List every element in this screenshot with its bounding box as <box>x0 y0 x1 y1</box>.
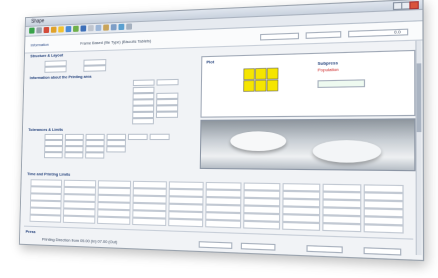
header-description: Frame Based (file Type) (Biscuits Tablet… <box>80 38 152 46</box>
tolerance-row-4 <box>26 152 190 159</box>
grid-cell-2[interactable] <box>255 68 266 79</box>
legend-title: Subpress <box>317 59 339 66</box>
grid-cell-3[interactable] <box>267 68 278 79</box>
grid-icon[interactable] <box>126 23 133 30</box>
structure-field-4[interactable] <box>83 65 107 72</box>
table-cell[interactable] <box>168 218 204 228</box>
bottom-field-4[interactable] <box>363 247 402 256</box>
printing-field-12[interactable] <box>132 118 154 125</box>
printing-field-1[interactable] <box>132 79 155 87</box>
close-button[interactable] <box>409 1 419 10</box>
folder-icon[interactable] <box>50 26 57 33</box>
legend-item: Population <box>317 66 339 73</box>
paste-icon[interactable] <box>95 24 102 32</box>
section-printing-title: Information about the Printing area <box>29 73 92 81</box>
tolerance-field-16[interactable] <box>64 152 84 159</box>
product-photo <box>199 118 416 172</box>
print-icon[interactable] <box>80 25 87 32</box>
grid-cell-4[interactable] <box>244 80 255 91</box>
left-panel: Structure & Layout Information about the… <box>26 48 198 167</box>
table-title: Time and Printing Limits <box>27 171 71 177</box>
table-cell[interactable] <box>243 220 281 230</box>
refresh-icon[interactable] <box>73 25 79 32</box>
section-structure-title: Structure & Layout <box>30 52 64 59</box>
plot-panel: Plot Subpress Population <box>200 49 416 118</box>
stop-icon[interactable] <box>36 27 42 34</box>
legend-field[interactable] <box>317 79 366 89</box>
table-cell[interactable] <box>322 223 362 233</box>
header-label: Information <box>30 41 49 48</box>
header-right-value: 0.0 <box>394 28 401 35</box>
chart-icon[interactable] <box>110 24 117 31</box>
header-field-2[interactable] <box>305 31 342 39</box>
save-icon[interactable] <box>65 25 72 33</box>
bottom-field-3[interactable] <box>306 245 343 254</box>
application-window: Shape Information Frame Based (file Type… <box>18 0 425 262</box>
header-field-1[interactable] <box>260 32 300 41</box>
bottom-field-2[interactable] <box>240 242 276 251</box>
printing-field-2[interactable] <box>156 78 179 86</box>
tolerance-field-15[interactable] <box>44 152 63 159</box>
printing-row-7 <box>27 118 191 125</box>
grid-cell-5[interactable] <box>255 80 266 91</box>
tablet-shape-1 <box>230 131 287 152</box>
time-limits-table: Time and Printing Limits <box>24 171 413 234</box>
window-title: Shape <box>31 18 45 25</box>
table-cell[interactable] <box>97 216 131 225</box>
structure-field-3[interactable] <box>44 66 67 73</box>
tolerance-field-17[interactable] <box>85 152 105 159</box>
star-icon[interactable] <box>58 26 64 33</box>
table-cell[interactable] <box>282 221 321 231</box>
grid-cell-1[interactable] <box>244 69 255 80</box>
delete-icon[interactable] <box>43 26 50 34</box>
table-cell[interactable] <box>205 219 242 229</box>
table-cell[interactable] <box>29 214 62 223</box>
screenshot-perspective: Shape Information Frame Based (file Type… <box>0 0 438 278</box>
vertical-scrollbar[interactable] <box>415 40 422 256</box>
table-cell[interactable] <box>62 215 96 224</box>
table-cell[interactable] <box>132 217 167 227</box>
bottom-title: Press <box>25 228 36 235</box>
tablet-shape-2 <box>312 140 382 163</box>
plot-canvas[interactable] <box>202 51 412 114</box>
scrollbar-thumb[interactable] <box>416 63 422 133</box>
section-tolerances-title: Tolerances & Limits <box>28 126 64 132</box>
copy-icon[interactable] <box>87 25 94 32</box>
grid-cell-6[interactable] <box>267 80 278 91</box>
settings-icon[interactable] <box>103 24 109 31</box>
table-cell[interactable] <box>363 224 404 234</box>
image-icon[interactable] <box>118 23 125 31</box>
run-icon[interactable] <box>29 27 35 34</box>
bottom-footer-text: Printing Direction from 05.00 (In) 07.00… <box>41 236 118 245</box>
bottom-field-1[interactable] <box>198 241 233 249</box>
